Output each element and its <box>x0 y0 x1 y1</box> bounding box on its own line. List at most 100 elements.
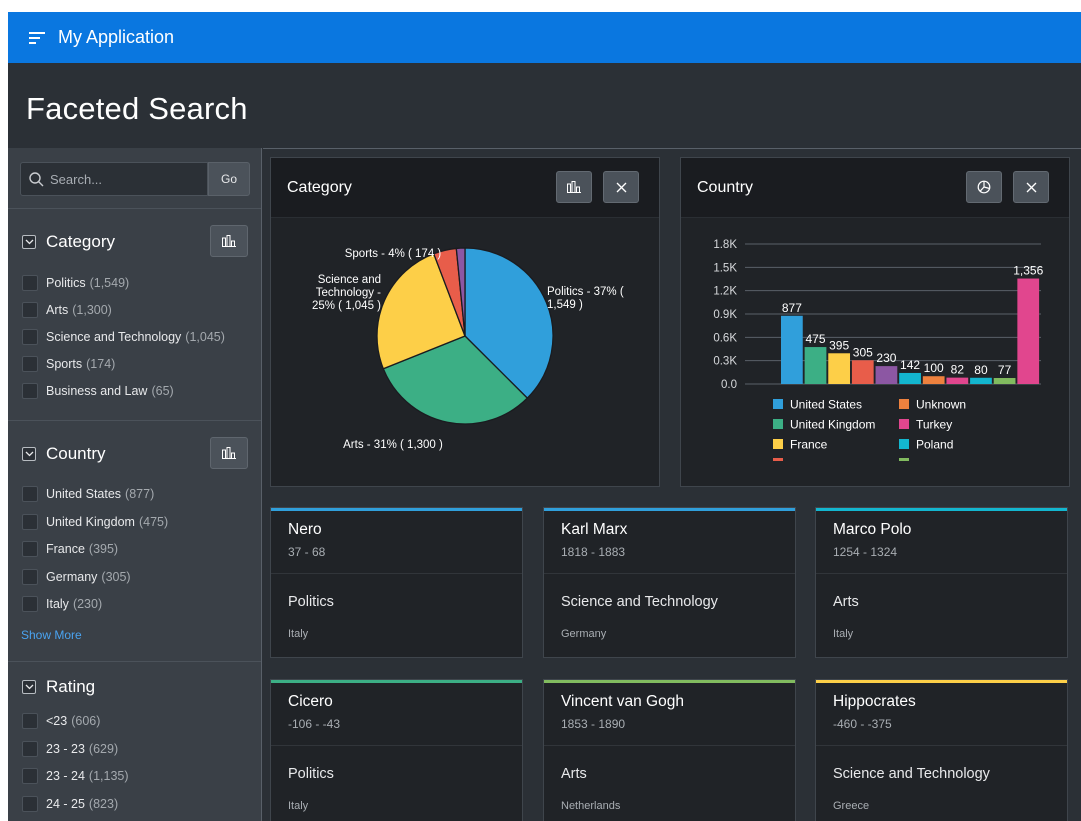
card-category: Arts <box>561 766 587 782</box>
pie-chart-toggle-button[interactable] <box>966 171 1002 203</box>
card-name: Nero <box>288 521 322 538</box>
result-card[interactable]: Marco Polo 1254 - 1324 Arts Italy <box>815 507 1068 658</box>
facet-option[interactable]: United States (877) <box>22 484 154 504</box>
checkbox[interactable] <box>22 713 38 729</box>
facet-option[interactable]: Science and Technology (1,045) <box>22 327 225 347</box>
card-years: 1254 - 1324 <box>833 545 898 559</box>
checkbox[interactable] <box>22 356 38 372</box>
menu-icon[interactable] <box>22 23 52 53</box>
search-bar: Go <box>20 162 250 196</box>
legend-label[interactable]: Turkey <box>916 418 952 432</box>
search-field[interactable] <box>20 162 208 196</box>
bar[interactable] <box>922 376 945 384</box>
facet-option[interactable]: Italy (230) <box>22 594 102 614</box>
facet-option[interactable]: 24 - 25 (823) <box>22 794 118 814</box>
bar-value-label: 80 <box>974 363 988 377</box>
facet-rating-toggle[interactable]: Rating <box>22 677 95 697</box>
checkbox[interactable] <box>22 741 38 757</box>
facet-option[interactable]: France (395) <box>22 539 118 559</box>
bar[interactable] <box>828 353 851 384</box>
checkbox[interactable] <box>22 383 38 399</box>
bar[interactable] <box>851 360 874 384</box>
card-category: Science and Technology <box>833 766 990 782</box>
checkbox[interactable] <box>22 329 38 345</box>
bar-chart-icon <box>567 181 581 193</box>
checkbox[interactable] <box>22 514 38 530</box>
facet-option[interactable]: Business and Law (65) <box>22 381 174 401</box>
card-accent <box>816 508 1067 511</box>
bar[interactable] <box>993 378 1016 384</box>
checkbox[interactable] <box>22 275 38 291</box>
legend-swatch <box>899 419 909 429</box>
country-chart-button[interactable] <box>210 437 248 469</box>
card-divider <box>271 573 522 574</box>
facet-title: Rating <box>46 677 96 696</box>
close-chart-button[interactable] <box>603 171 639 203</box>
legend-label[interactable]: France <box>790 438 828 452</box>
pie-slice-label: Arts - 31% ( 1,300 ) <box>343 439 443 451</box>
card-category: Politics <box>288 766 334 782</box>
facet-option[interactable]: Sports (174) <box>22 354 115 374</box>
app-title[interactable]: My Application <box>58 27 174 48</box>
card-name: Hippocrates <box>833 693 916 710</box>
checkbox[interactable] <box>22 486 38 502</box>
result-card[interactable]: Nero 37 - 68 Politics Italy <box>270 507 523 658</box>
card-country: Italy <box>833 628 854 640</box>
card-years: -460 - -375 <box>833 717 892 731</box>
facet-option[interactable]: United Kingdom (475) <box>22 512 168 532</box>
bar[interactable] <box>1017 278 1040 384</box>
facet-option[interactable]: 23 - 23 (629) <box>22 739 118 759</box>
checkbox[interactable] <box>22 302 38 318</box>
bar[interactable] <box>781 315 803 384</box>
y-tick-label: 1.2K <box>713 286 737 298</box>
legend-label[interactable]: Poland <box>916 438 953 452</box>
result-card[interactable]: Vincent van Gogh 1853 - 1890 Arts Nether… <box>543 679 796 821</box>
facet-option[interactable]: <23 (606) <box>22 711 100 731</box>
result-card[interactable]: Hippocrates -460 - -375 Science and Tech… <box>815 679 1068 821</box>
bar[interactable] <box>970 377 992 384</box>
checkbox[interactable] <box>22 796 38 812</box>
facet-option[interactable]: Germany (305) <box>22 567 131 587</box>
legend-label[interactable]: United States <box>790 398 862 412</box>
close-chart-button[interactable] <box>1013 171 1049 203</box>
facet-country-toggle[interactable]: Country <box>22 444 106 464</box>
card-divider <box>544 745 795 746</box>
checkbox[interactable] <box>22 541 38 557</box>
category-chart-button[interactable] <box>210 225 248 257</box>
go-button[interactable]: Go <box>208 162 250 196</box>
facet-option[interactable]: Politics (1,549) <box>22 273 129 293</box>
chevron-down-icon <box>22 680 36 694</box>
bar-chart-toggle-button[interactable] <box>556 171 592 203</box>
page-header: Faceted Search <box>8 63 1081 148</box>
legend-label[interactable]: Unknown <box>916 398 966 412</box>
card-country: Greece <box>833 800 870 812</box>
card-accent <box>271 508 522 511</box>
card-divider <box>271 745 522 746</box>
card-category: Arts <box>833 594 859 610</box>
search-icon <box>29 171 44 186</box>
result-card[interactable]: Cicero -106 - -43 Politics Italy <box>270 679 523 821</box>
bar-value-label: 77 <box>998 363 1012 377</box>
result-card[interactable]: Karl Marx 1818 - 1883 Science and Techno… <box>543 507 796 658</box>
facet-category-toggle[interactable]: Category <box>22 232 115 252</box>
card-category: Politics <box>288 594 334 610</box>
category-pie-chart[interactable]: Politics - 37% (1,549 ) Arts - 31% ( 1,30… <box>271 219 659 487</box>
country-bar-chart[interactable]: 0.0 0.3K 0.6K 0.9K 1.2K 1.5K 1.8K 877 475 395 305 2… <box>681 219 1069 487</box>
bar[interactable] <box>804 347 827 384</box>
legend-label[interactable]: United Kingdom <box>790 418 875 432</box>
bar[interactable] <box>875 366 898 384</box>
card-name: Cicero <box>288 693 333 710</box>
y-tick-label: 1.5K <box>713 262 737 274</box>
search-input[interactable] <box>50 171 190 187</box>
bar[interactable] <box>946 377 969 384</box>
facet-option[interactable]: 23 - 24 (1,135) <box>22 766 129 786</box>
checkbox[interactable] <box>22 596 38 612</box>
show-more-link[interactable]: Show More <box>21 628 82 642</box>
facet-category: Category Politics (1,549) Arts (1,300) Sci… <box>8 208 261 420</box>
bar[interactable] <box>899 372 921 384</box>
bar-value-label: 877 <box>782 301 802 315</box>
checkbox[interactable] <box>22 768 38 784</box>
checkbox[interactable] <box>22 569 38 585</box>
application-window: My Application Faceted Search Go Categor… <box>8 12 1081 821</box>
facet-option[interactable]: Arts (1,300) <box>22 300 112 320</box>
